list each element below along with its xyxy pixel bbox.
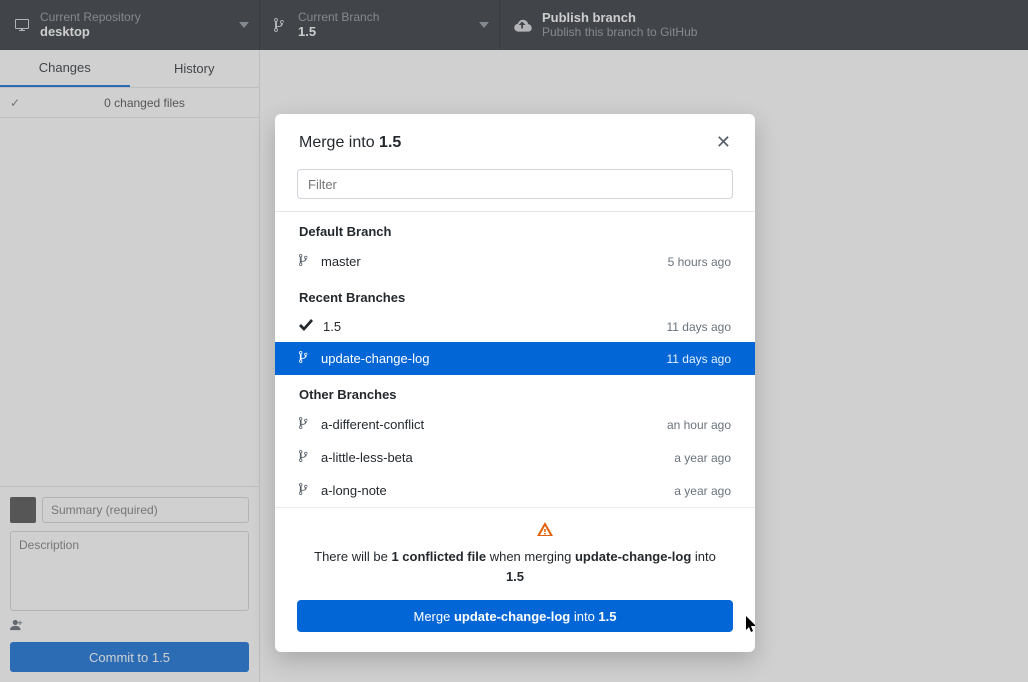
branch-time: a year ago	[674, 451, 731, 465]
branch-icon	[299, 482, 311, 499]
merge-button[interactable]: Merge update-change-log into 1.5	[297, 600, 733, 632]
branch-name: a-different-conflict	[321, 417, 657, 432]
merge-modal: Merge into 1.5 ✕ Default Branch master 5 h…	[275, 114, 755, 652]
branch-name: a-long-note	[321, 483, 664, 498]
branch-icon	[299, 449, 311, 466]
branch-time: 11 days ago	[667, 352, 732, 366]
branch-time: 11 days ago	[667, 320, 732, 334]
filter-input[interactable]	[297, 169, 733, 199]
cursor-icon	[745, 616, 755, 639]
branch-name: a-little-less-beta	[321, 450, 664, 465]
branch-row[interactable]: a-long-note a year ago	[275, 474, 755, 507]
app-root: Current Repository desktop Current Branc…	[0, 0, 1028, 682]
branch-icon	[299, 416, 311, 433]
branch-row[interactable]: a-different-conflict an hour ago	[275, 408, 755, 441]
branch-name: update-change-log	[321, 351, 657, 366]
modal-title: Merge into 1.5	[299, 134, 401, 152]
branch-section-header: Default Branch	[275, 212, 755, 245]
branch-icon	[299, 350, 311, 367]
modal-footer: There will be 1 conflicted file when mer…	[275, 507, 755, 652]
branch-section-header: Other Branches	[275, 375, 755, 408]
conflict-text: There will be 1 conflicted file when mer…	[297, 547, 733, 586]
branch-row[interactable]: master 5 hours ago	[275, 245, 755, 278]
check-icon	[299, 319, 313, 334]
branch-name: master	[321, 254, 658, 269]
branch-row[interactable]: a-little-less-beta a year ago	[275, 441, 755, 474]
modal-title-prefix: Merge into	[299, 134, 379, 151]
branch-row[interactable]: 1.5 11 days ago	[275, 311, 755, 342]
branch-list: Default Branch master 5 hours ago Recent Br…	[275, 212, 755, 507]
branch-icon	[299, 253, 311, 270]
branch-name: 1.5	[323, 319, 657, 334]
branch-time: an hour ago	[667, 418, 731, 432]
modal-title-branch: 1.5	[379, 134, 401, 151]
close-icon[interactable]: ✕	[712, 128, 735, 157]
branch-section-header: Recent Branches	[275, 278, 755, 311]
warning-icon	[537, 522, 553, 541]
branch-time: a year ago	[674, 484, 731, 498]
branch-time: 5 hours ago	[668, 255, 731, 269]
branch-row[interactable]: update-change-log 11 days ago	[275, 342, 755, 375]
